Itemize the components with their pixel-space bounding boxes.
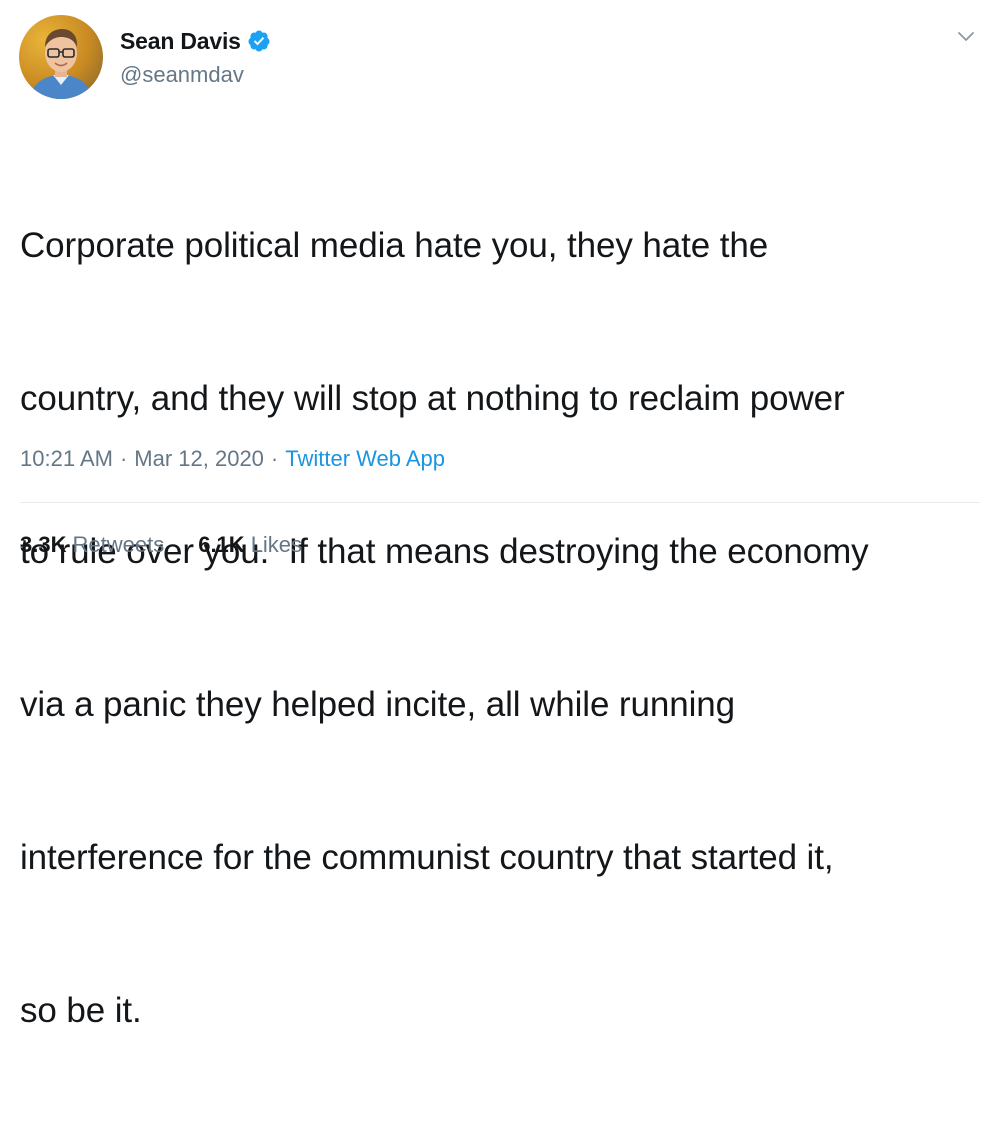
tweet-source-link[interactable]: Twitter Web App xyxy=(285,446,445,472)
verified-badge-icon xyxy=(247,29,271,53)
likes-stat[interactable]: 6.1K Likes xyxy=(198,532,302,558)
meta-separator: · xyxy=(270,446,279,471)
tweet-text: Corporate political media hate you, they… xyxy=(20,118,980,1138)
retweets-count: 3.3K xyxy=(20,532,67,557)
likes-count: 6.1K xyxy=(198,532,245,557)
retweets-stat[interactable]: 3.3K Retweets xyxy=(20,532,164,558)
retweets-label: Retweets xyxy=(72,532,165,557)
author-handle[interactable]: @seanmdav xyxy=(120,62,244,88)
tweet-date[interactable]: Mar 12, 2020 xyxy=(134,446,264,472)
avatar-image xyxy=(19,15,103,99)
author-row: Sean Davis xyxy=(120,24,271,58)
author-display-name[interactable]: Sean Davis xyxy=(120,28,241,55)
tweet-text-line: interference for the communist country t… xyxy=(20,838,834,877)
tweet-text-line: country, and they will stop at nothing t… xyxy=(20,379,845,418)
tweet-text-line: via a panic they helped incite, all whil… xyxy=(20,685,735,724)
likes-label: Likes xyxy=(250,532,303,557)
tweet-time[interactable]: 10:21 AM xyxy=(20,446,113,472)
avatar[interactable] xyxy=(19,15,103,99)
tweet-meta: 10:21 AM · Mar 12, 2020 · Twitter Web Ap… xyxy=(20,446,445,472)
tweet-text-line: so be it. xyxy=(20,991,142,1030)
tweet-stats: 3.3K Retweets 6.1K Likes xyxy=(20,532,302,558)
divider xyxy=(20,502,980,503)
chevron-down-icon[interactable] xyxy=(954,24,978,48)
tweet-text-line: Corporate political media hate you, they… xyxy=(20,226,769,265)
meta-separator: · xyxy=(119,446,128,471)
